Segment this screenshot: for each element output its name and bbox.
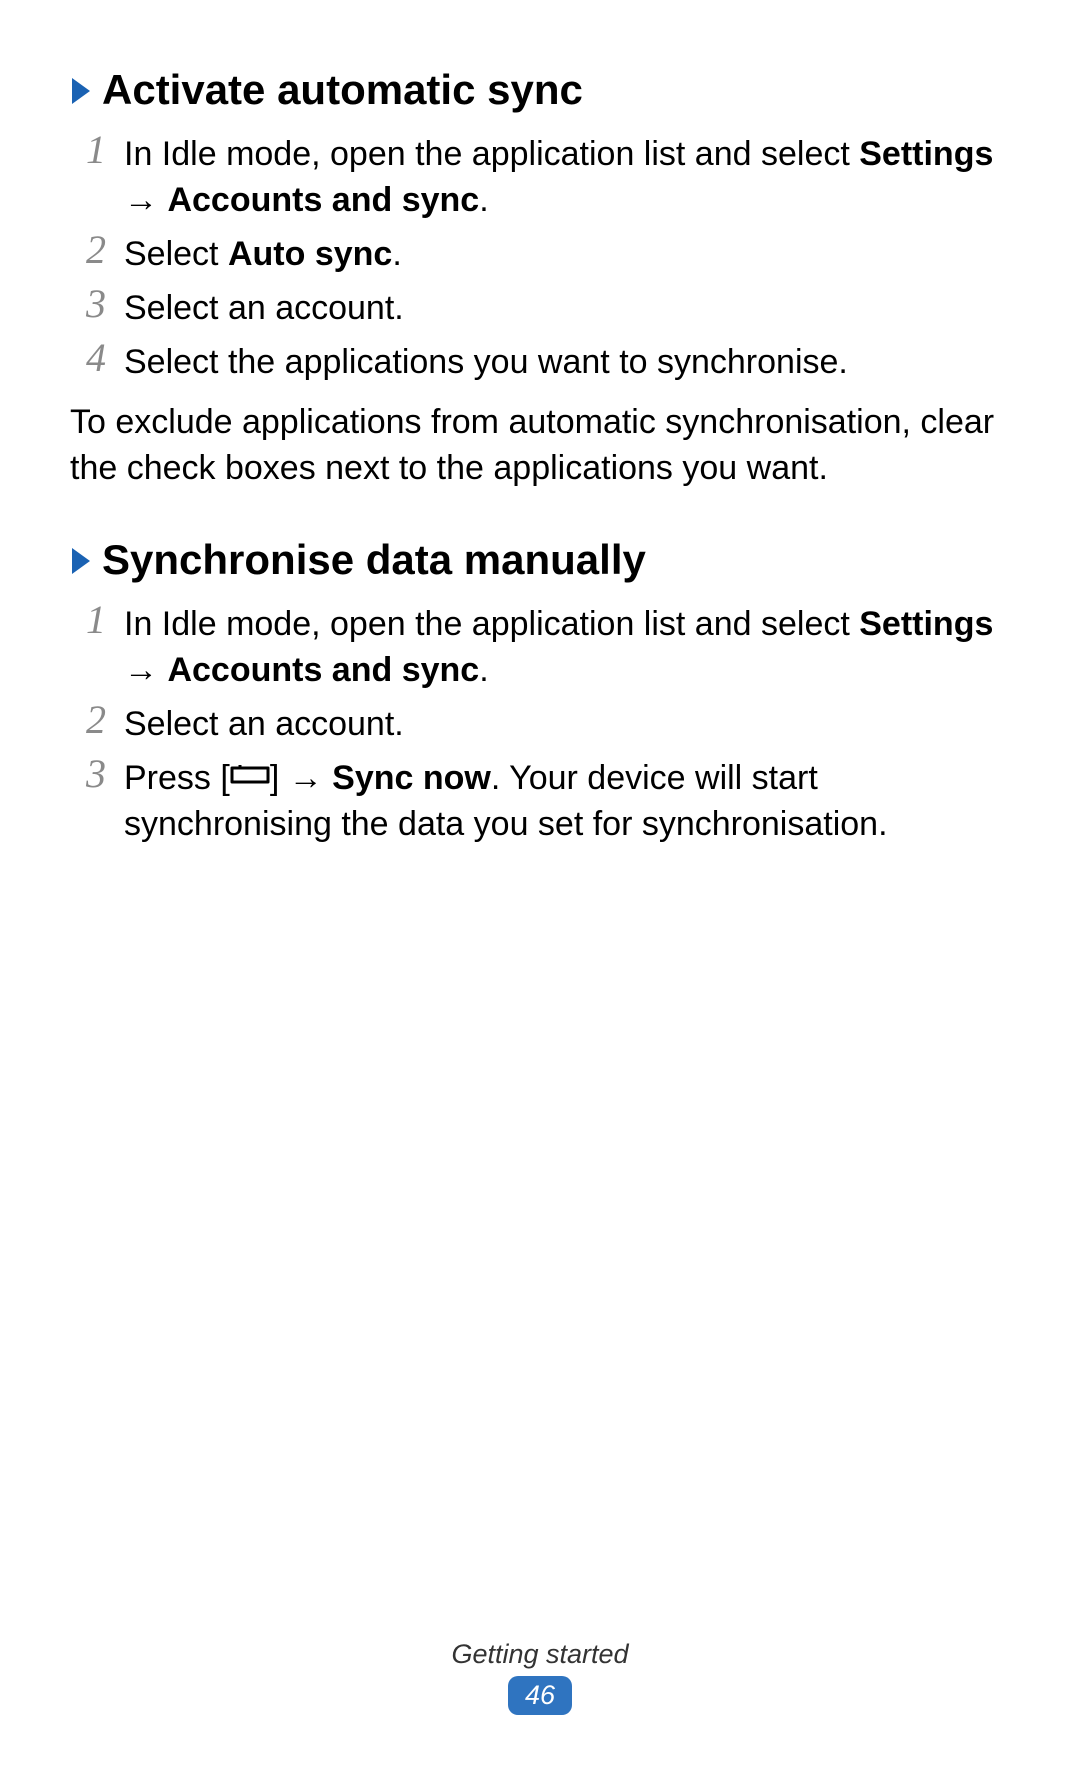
section-activate-automatic-sync: Activate automatic sync 1 In Idle mode, … <box>70 66 1010 492</box>
step-list: 1 In Idle mode, open the application lis… <box>78 602 1010 849</box>
step-number: 2 <box>78 698 114 742</box>
step-item: 2 Select an account. <box>78 702 1010 748</box>
step-item: 2 Select Auto sync. <box>78 232 1010 278</box>
section-heading: Synchronise data manually <box>70 536 1010 584</box>
page-number-badge: 46 <box>508 1676 572 1715</box>
step-item: 4 Select the applications you want to sy… <box>78 340 1010 386</box>
step-number: 3 <box>78 752 114 796</box>
step-item: 1 In Idle mode, open the application lis… <box>78 132 1010 224</box>
step-text: In Idle mode, open the application list … <box>124 132 1010 224</box>
step-text: In Idle mode, open the application list … <box>124 602 1010 694</box>
step-text: Select an account. <box>124 286 404 332</box>
page-footer: Getting started 46 <box>0 1639 1080 1715</box>
step-text: Select the applications you want to sync… <box>124 340 848 386</box>
chevron-right-icon <box>70 71 96 113</box>
step-number: 2 <box>78 228 114 272</box>
step-text: Press [] → Sync now. Your device will st… <box>124 756 1010 849</box>
body-paragraph: To exclude applications from automatic s… <box>70 400 1010 492</box>
step-number: 4 <box>78 336 114 380</box>
step-list: 1 In Idle mode, open the application lis… <box>78 132 1010 385</box>
step-number: 1 <box>78 128 114 172</box>
step-item: 3 Press [] → Sync now. Your device will … <box>78 756 1010 849</box>
step-text: Select an account. <box>124 702 404 748</box>
step-number: 3 <box>78 282 114 326</box>
section-heading: Activate automatic sync <box>70 66 1010 114</box>
step-text: Select Auto sync. <box>124 232 402 278</box>
menu-icon <box>230 754 270 800</box>
chevron-right-icon <box>70 541 96 583</box>
step-item: 1 In Idle mode, open the application lis… <box>78 602 1010 694</box>
section-title: Activate automatic sync <box>102 66 583 114</box>
step-item: 3 Select an account. <box>78 286 1010 332</box>
section-title: Synchronise data manually <box>102 536 646 584</box>
step-number: 1 <box>78 598 114 642</box>
section-synchronise-data-manually: Synchronise data manually 1 In Idle mode… <box>70 536 1010 849</box>
manual-page: Activate automatic sync 1 In Idle mode, … <box>0 0 1080 1771</box>
footer-section-label: Getting started <box>0 1639 1080 1670</box>
